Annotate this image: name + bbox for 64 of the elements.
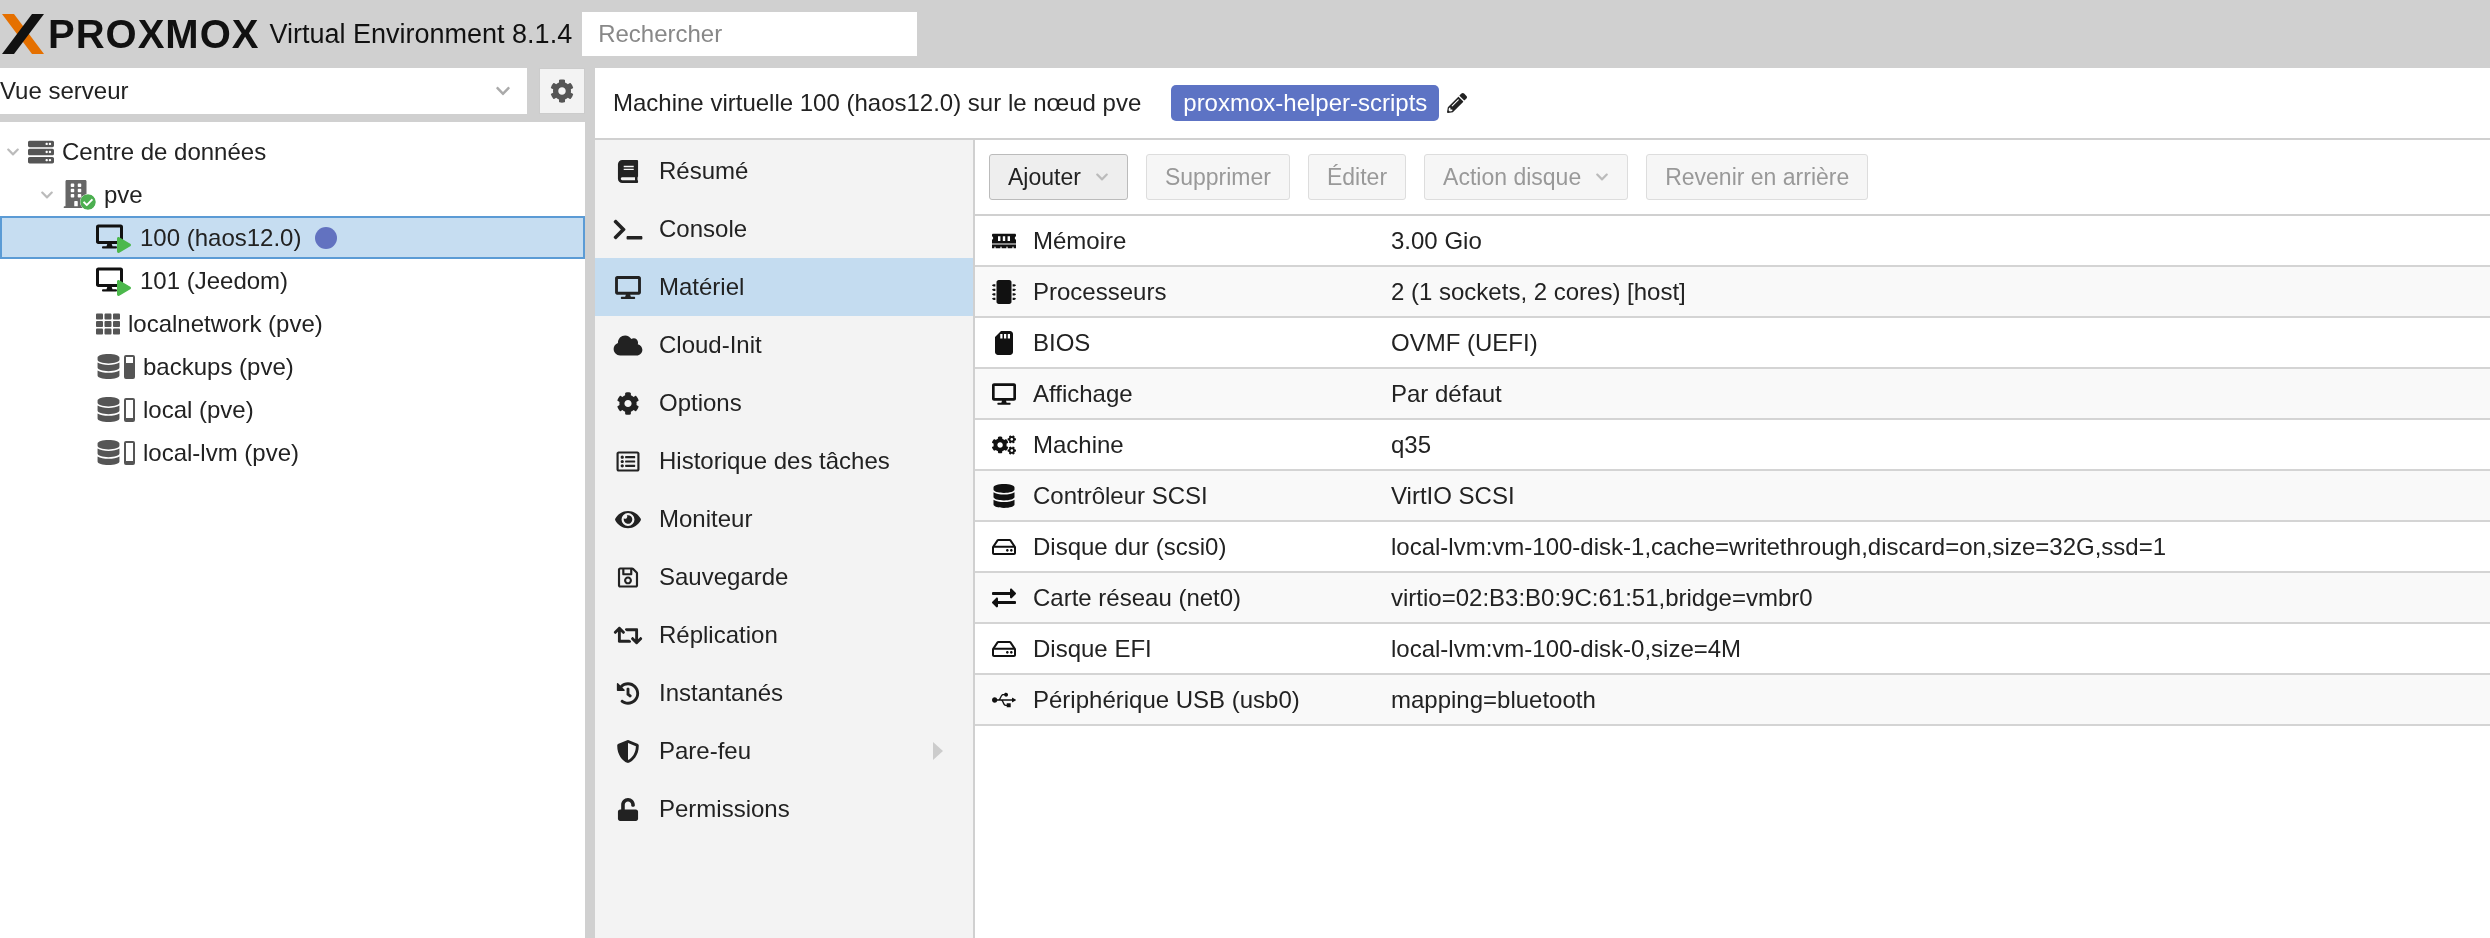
running-vm-icon — [96, 222, 132, 253]
tree-item[interactable]: backups (pve) — [0, 345, 585, 388]
table-cell: VirtIO SCSI — [1391, 481, 1515, 510]
table-cell-text: Machine — [1033, 430, 1125, 459]
toolbar-button[interactable]: Ajouter — [989, 154, 1128, 200]
tree-item[interactable]: 100 (haos12.0) — [0, 216, 585, 259]
table-cell: Par défaut — [1391, 379, 1502, 408]
node-icon — [62, 179, 96, 210]
tree-item[interactable]: pve — [0, 173, 585, 216]
table-cell: q35 — [1391, 430, 1432, 459]
table-cell: mapping=bluetooth — [1391, 685, 1596, 714]
table-cell-text: BIOS — [1033, 328, 1092, 357]
table-cell-text: Disque dur (scsi0) — [1033, 532, 1228, 561]
search-field[interactable]: Rechercher — [582, 12, 918, 56]
table-cell: OVMF (UEFI) — [1391, 328, 1538, 357]
running-vm-icon — [96, 265, 132, 296]
storage-icon — [96, 397, 135, 422]
tag: proxmox-helper-scripts — [1171, 85, 1440, 121]
nav-item[interactable]: Matériel — [595, 258, 973, 316]
nav-item[interactable]: Console — [595, 200, 973, 258]
table-cell: virtio=02:B3:B0:9C:61:51,bridge=vmbr0 — [1391, 583, 1813, 612]
nav-item[interactable]: Sauvegarde — [595, 548, 973, 606]
table-cell: 3.00 Gio — [1391, 226, 1482, 255]
product-version: Virtual Environment 8.1.4 — [269, 18, 573, 50]
table-cell-text: Processeurs — [1033, 277, 1168, 306]
server-rack-icon — [28, 138, 54, 165]
logo: PROXMOX — [0, 12, 260, 56]
table-cell-text: Mémoire — [1033, 226, 1128, 255]
cloud-icon — [613, 333, 643, 357]
storage-icon — [96, 440, 135, 465]
pencil-icon[interactable] — [1447, 93, 1468, 113]
nav-item[interactable]: Réplication — [595, 606, 973, 664]
view-select[interactable]: Vue serveur — [0, 68, 527, 114]
monitor-icon — [613, 275, 643, 299]
table-cell-text: Périphérique USB (usb0) — [1033, 685, 1301, 714]
tree-item[interactable]: local-lvm (pve) — [0, 431, 585, 474]
table-cell: local-lvm:vm-100-disk-1,cache=writethrough,discard=on,size=32G,ssd=1 — [1391, 532, 2167, 561]
terminal-icon — [613, 217, 643, 241]
nav-item[interactable]: Instantanés — [595, 664, 973, 722]
tree-item[interactable]: local (pve) — [0, 388, 585, 431]
table-cell-text: Disque EFI — [1033, 634, 1153, 663]
page-title: Machine virtuelle 100 (haos12.0) sur le nœud pve — [613, 89, 1142, 117]
nav-item[interactable]: Moniteur — [595, 490, 973, 548]
table-cell-text: Carte réseau (net0) — [1033, 583, 1243, 612]
nav-item[interactable]: Résumé — [595, 142, 973, 200]
nav-item[interactable]: Permissions — [595, 780, 973, 838]
table-cell-text: Affichage — [1033, 379, 1134, 408]
grid-icon — [96, 311, 120, 336]
table-cell-text: Contrôleur SCSI — [1033, 481, 1209, 510]
gears-icon — [992, 432, 1016, 457]
settings-button[interactable] — [539, 68, 585, 114]
storage-icon — [96, 354, 135, 379]
nav-item[interactable]: Pare-feu — [595, 722, 973, 780]
database-icon — [992, 483, 1016, 508]
tree-item[interactable]: localnetwork (pve) — [0, 302, 585, 345]
monitor-icon — [992, 381, 1016, 406]
nav-item[interactable]: Historique des tâches — [595, 432, 973, 490]
nav-item[interactable]: Cloud-Init — [595, 316, 973, 374]
table-cell: 2 (1 sockets, 2 cores) [host] — [1391, 277, 1686, 306]
tree-item[interactable]: Centre de données — [0, 130, 585, 173]
table-cell: local-lvm:vm-100-disk-0,size=4M — [1391, 634, 1742, 663]
settings-icon — [550, 79, 574, 103]
nav-item[interactable]: Options — [595, 374, 973, 432]
tree-item[interactable]: 101 (Jeedom) — [0, 259, 585, 302]
